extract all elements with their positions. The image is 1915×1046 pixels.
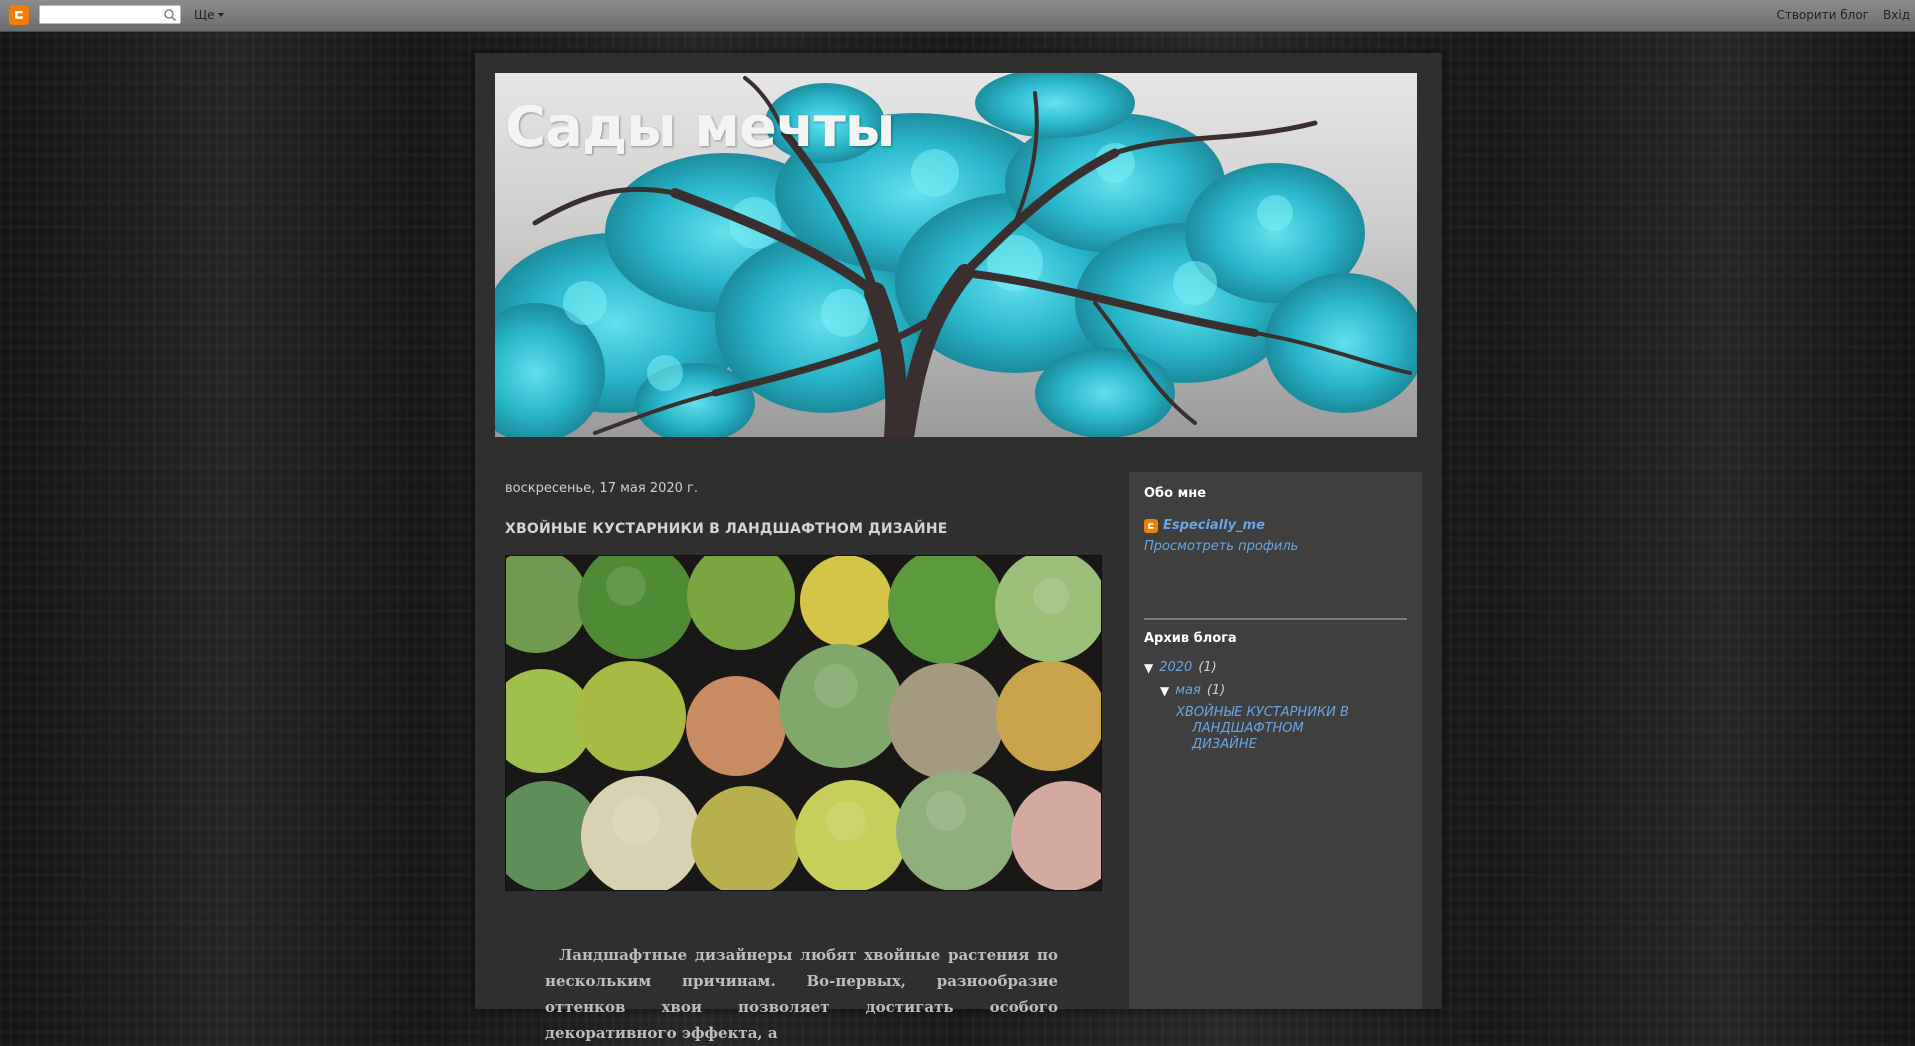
post-body: Ландшафтные дизайнеры любят хвойные раст… bbox=[545, 946, 1058, 1042]
archive-year-row: ▼ 2020 (1) bbox=[1144, 660, 1217, 675]
login-link[interactable]: Вхід bbox=[1883, 8, 1910, 22]
navbar-search bbox=[39, 5, 181, 26]
view-profile-link[interactable]: Просмотреть профиль bbox=[1144, 539, 1298, 554]
about-title: Обо мне bbox=[1144, 486, 1207, 501]
archive-month-link[interactable]: мая bbox=[1175, 683, 1201, 698]
archive-month-row: ▼ мая (1) bbox=[1160, 683, 1225, 698]
profile-name-link[interactable]: Especially_me bbox=[1163, 518, 1265, 533]
more-menu-label: Ще bbox=[194, 8, 215, 22]
archive-year-count: (1) bbox=[1198, 660, 1217, 675]
sidebar: Обо мне Especially_me Просмотреть профил… bbox=[1129, 472, 1422, 1009]
search-icon[interactable] bbox=[163, 8, 177, 22]
collapse-toggle-icon[interactable]: ▼ bbox=[1144, 661, 1153, 675]
search-input[interactable] bbox=[43, 9, 165, 26]
profile-row: Especially_me bbox=[1144, 518, 1265, 533]
blog-content: Сады мечты воскресенье, 17 мая 2020 г. Х… bbox=[475, 53, 1442, 1042]
header-image: Сады мечты bbox=[495, 73, 1417, 437]
collapse-toggle-icon[interactable]: ▼ bbox=[1160, 684, 1169, 698]
blog-title[interactable]: Сады мечты bbox=[505, 95, 896, 160]
divider bbox=[1144, 618, 1407, 620]
post-image[interactable] bbox=[505, 555, 1102, 891]
archive-month-count: (1) bbox=[1206, 683, 1226, 698]
archive-post-link[interactable]: ХВОЙНЫЕ КУСТАРНИКИ В ЛАНДШАФТНОМ ДИЗАЙНЕ bbox=[1176, 705, 1372, 753]
post-date: воскресенье, 17 мая 2020 г. bbox=[505, 481, 699, 496]
blogger-icon[interactable] bbox=[9, 5, 29, 25]
blogger-navbar: Ще Створити блог Вхід bbox=[0, 0, 1915, 32]
archive-year-link[interactable]: 2020 bbox=[1159, 660, 1192, 675]
blogger-icon bbox=[1144, 518, 1158, 533]
post-title[interactable]: ХВОЙНЫЕ КУСТАРНИКИ В ЛАНДШАФТНОМ ДИЗАЙНЕ bbox=[505, 521, 948, 537]
archive-title: Архив блога bbox=[1144, 631, 1237, 646]
create-blog-link[interactable]: Створити блог bbox=[1776, 8, 1869, 22]
conifer-shrubs-photo bbox=[506, 556, 1101, 890]
more-menu-button[interactable]: Ще bbox=[194, 8, 224, 22]
chevron-down-icon bbox=[217, 13, 224, 17]
